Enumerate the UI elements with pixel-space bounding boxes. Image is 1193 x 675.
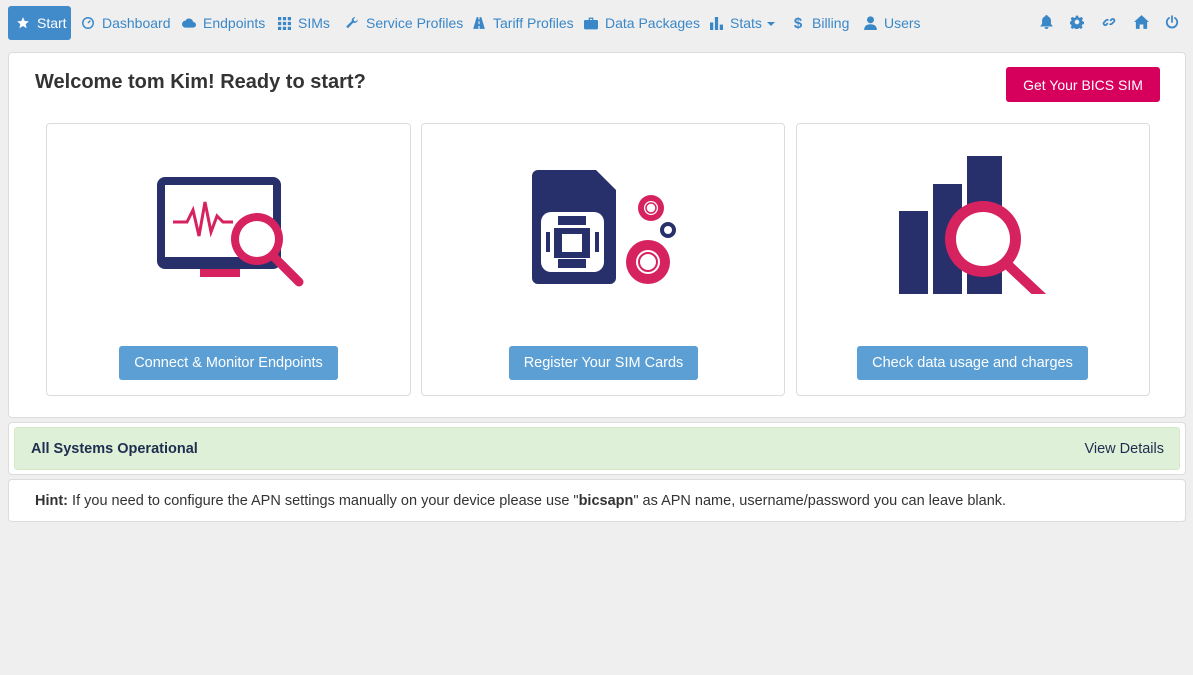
dollar-icon: $ <box>793 14 803 32</box>
home-icon[interactable] <box>1132 12 1150 32</box>
nav-data-packages[interactable]: Data Packages <box>584 6 700 40</box>
nav-users[interactable]: Users <box>863 6 921 40</box>
dashboard-icon <box>81 16 95 30</box>
hint-apn: bicsapn <box>578 493 634 509</box>
chevron-down-icon <box>766 22 775 26</box>
top-navbar: Start Dashboard Endpoints SIMs Service P… <box>0 0 1193 45</box>
status-text: All Systems Operational <box>31 441 198 457</box>
nav-sims[interactable]: SIMs <box>277 6 330 40</box>
status-panel: All Systems Operational View Details <box>8 422 1186 475</box>
wrench-icon <box>345 16 359 30</box>
bar-chart-icon <box>709 16 723 30</box>
nav-service-profiles[interactable]: Service Profiles <box>345 6 463 40</box>
hint-text: Hint: If you need to configure the APN s… <box>35 493 1006 509</box>
nav-billing-label: Billing <box>812 15 850 31</box>
monitor-search-icon <box>47 154 410 294</box>
card-register-sim: Register Your SIM Cards <box>421 123 785 396</box>
grid-icon <box>277 16 291 30</box>
nav-data-packages-label: Data Packages <box>605 15 700 31</box>
hint-text-before: If you need to configure the APN setting… <box>68 493 579 509</box>
hint-label: Hint: <box>35 493 69 509</box>
status-banner: All Systems Operational View Details <box>14 427 1180 470</box>
road-icon <box>472 16 486 30</box>
nav-stats-label: Stats <box>730 15 762 31</box>
nav-dashboard-label: Dashboard <box>102 15 171 31</box>
card-check-usage: Check data usage and charges <box>796 123 1150 396</box>
register-sim-button[interactable]: Register Your SIM Cards <box>509 346 698 380</box>
chart-search-icon <box>797 154 1149 302</box>
nav-billing[interactable]: $ Billing <box>791 6 850 40</box>
connect-monitor-button[interactable]: Connect & Monitor Endpoints <box>119 346 338 380</box>
cloud-icon <box>182 16 196 30</box>
sim-gears-icon <box>422 154 784 294</box>
nav-dashboard[interactable]: Dashboard <box>81 6 171 40</box>
nav-sims-label: SIMs <box>298 15 330 31</box>
nav-start[interactable]: Start <box>8 6 71 40</box>
briefcase-icon <box>584 16 598 30</box>
star-icon <box>16 16 30 30</box>
page-title: Welcome tom Kim! Ready to start? <box>35 71 366 93</box>
link-icon[interactable] <box>1100 12 1118 32</box>
view-details-link[interactable]: View Details <box>1084 441 1164 457</box>
hint-panel: Hint: If you need to configure the APN s… <box>8 479 1186 522</box>
nav-endpoints[interactable]: Endpoints <box>182 6 265 40</box>
nav-service-profiles-label: Service Profiles <box>366 15 464 31</box>
bell-icon[interactable] <box>1037 12 1055 32</box>
hint-text-after: " as APN name, username/password you can… <box>633 493 1007 509</box>
user-icon <box>863 16 877 30</box>
nav-stats[interactable]: Stats <box>709 6 775 40</box>
nav-tariff-profiles-label: Tariff Profiles <box>493 15 574 31</box>
get-sim-button[interactable]: Get Your BICS SIM <box>1006 67 1160 102</box>
nav-users-label: Users <box>884 15 921 31</box>
nav-tariff-profiles[interactable]: Tariff Profiles <box>472 6 574 40</box>
welcome-panel: Welcome tom Kim! Ready to start? Get You… <box>8 52 1186 418</box>
check-usage-button[interactable]: Check data usage and charges <box>857 346 1088 380</box>
card-connect-monitor: Connect & Monitor Endpoints <box>46 123 411 396</box>
nav-endpoints-label: Endpoints <box>203 15 266 31</box>
power-icon[interactable] <box>1163 12 1181 32</box>
nav-start-label: Start <box>37 15 67 31</box>
gear-icon[interactable] <box>1068 12 1086 32</box>
